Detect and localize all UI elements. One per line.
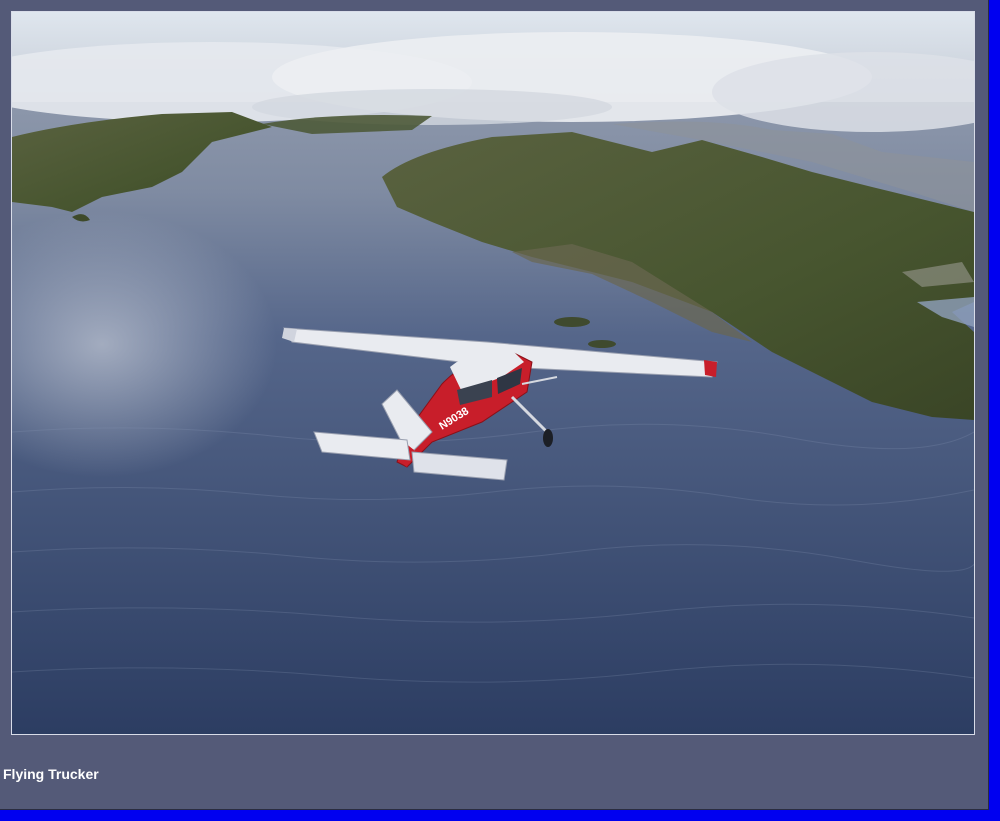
- flight-sim-screenshot[interactable]: N9038: [11, 11, 975, 735]
- scenery-image: N9038: [12, 12, 974, 734]
- islet: [554, 317, 590, 327]
- wingtip-right: [704, 360, 717, 377]
- image-caption: Flying Trucker: [3, 766, 99, 782]
- gallery-frame: N9038 Flying Trucker: [0, 0, 989, 810]
- wheel: [543, 429, 553, 447]
- islet: [588, 340, 616, 348]
